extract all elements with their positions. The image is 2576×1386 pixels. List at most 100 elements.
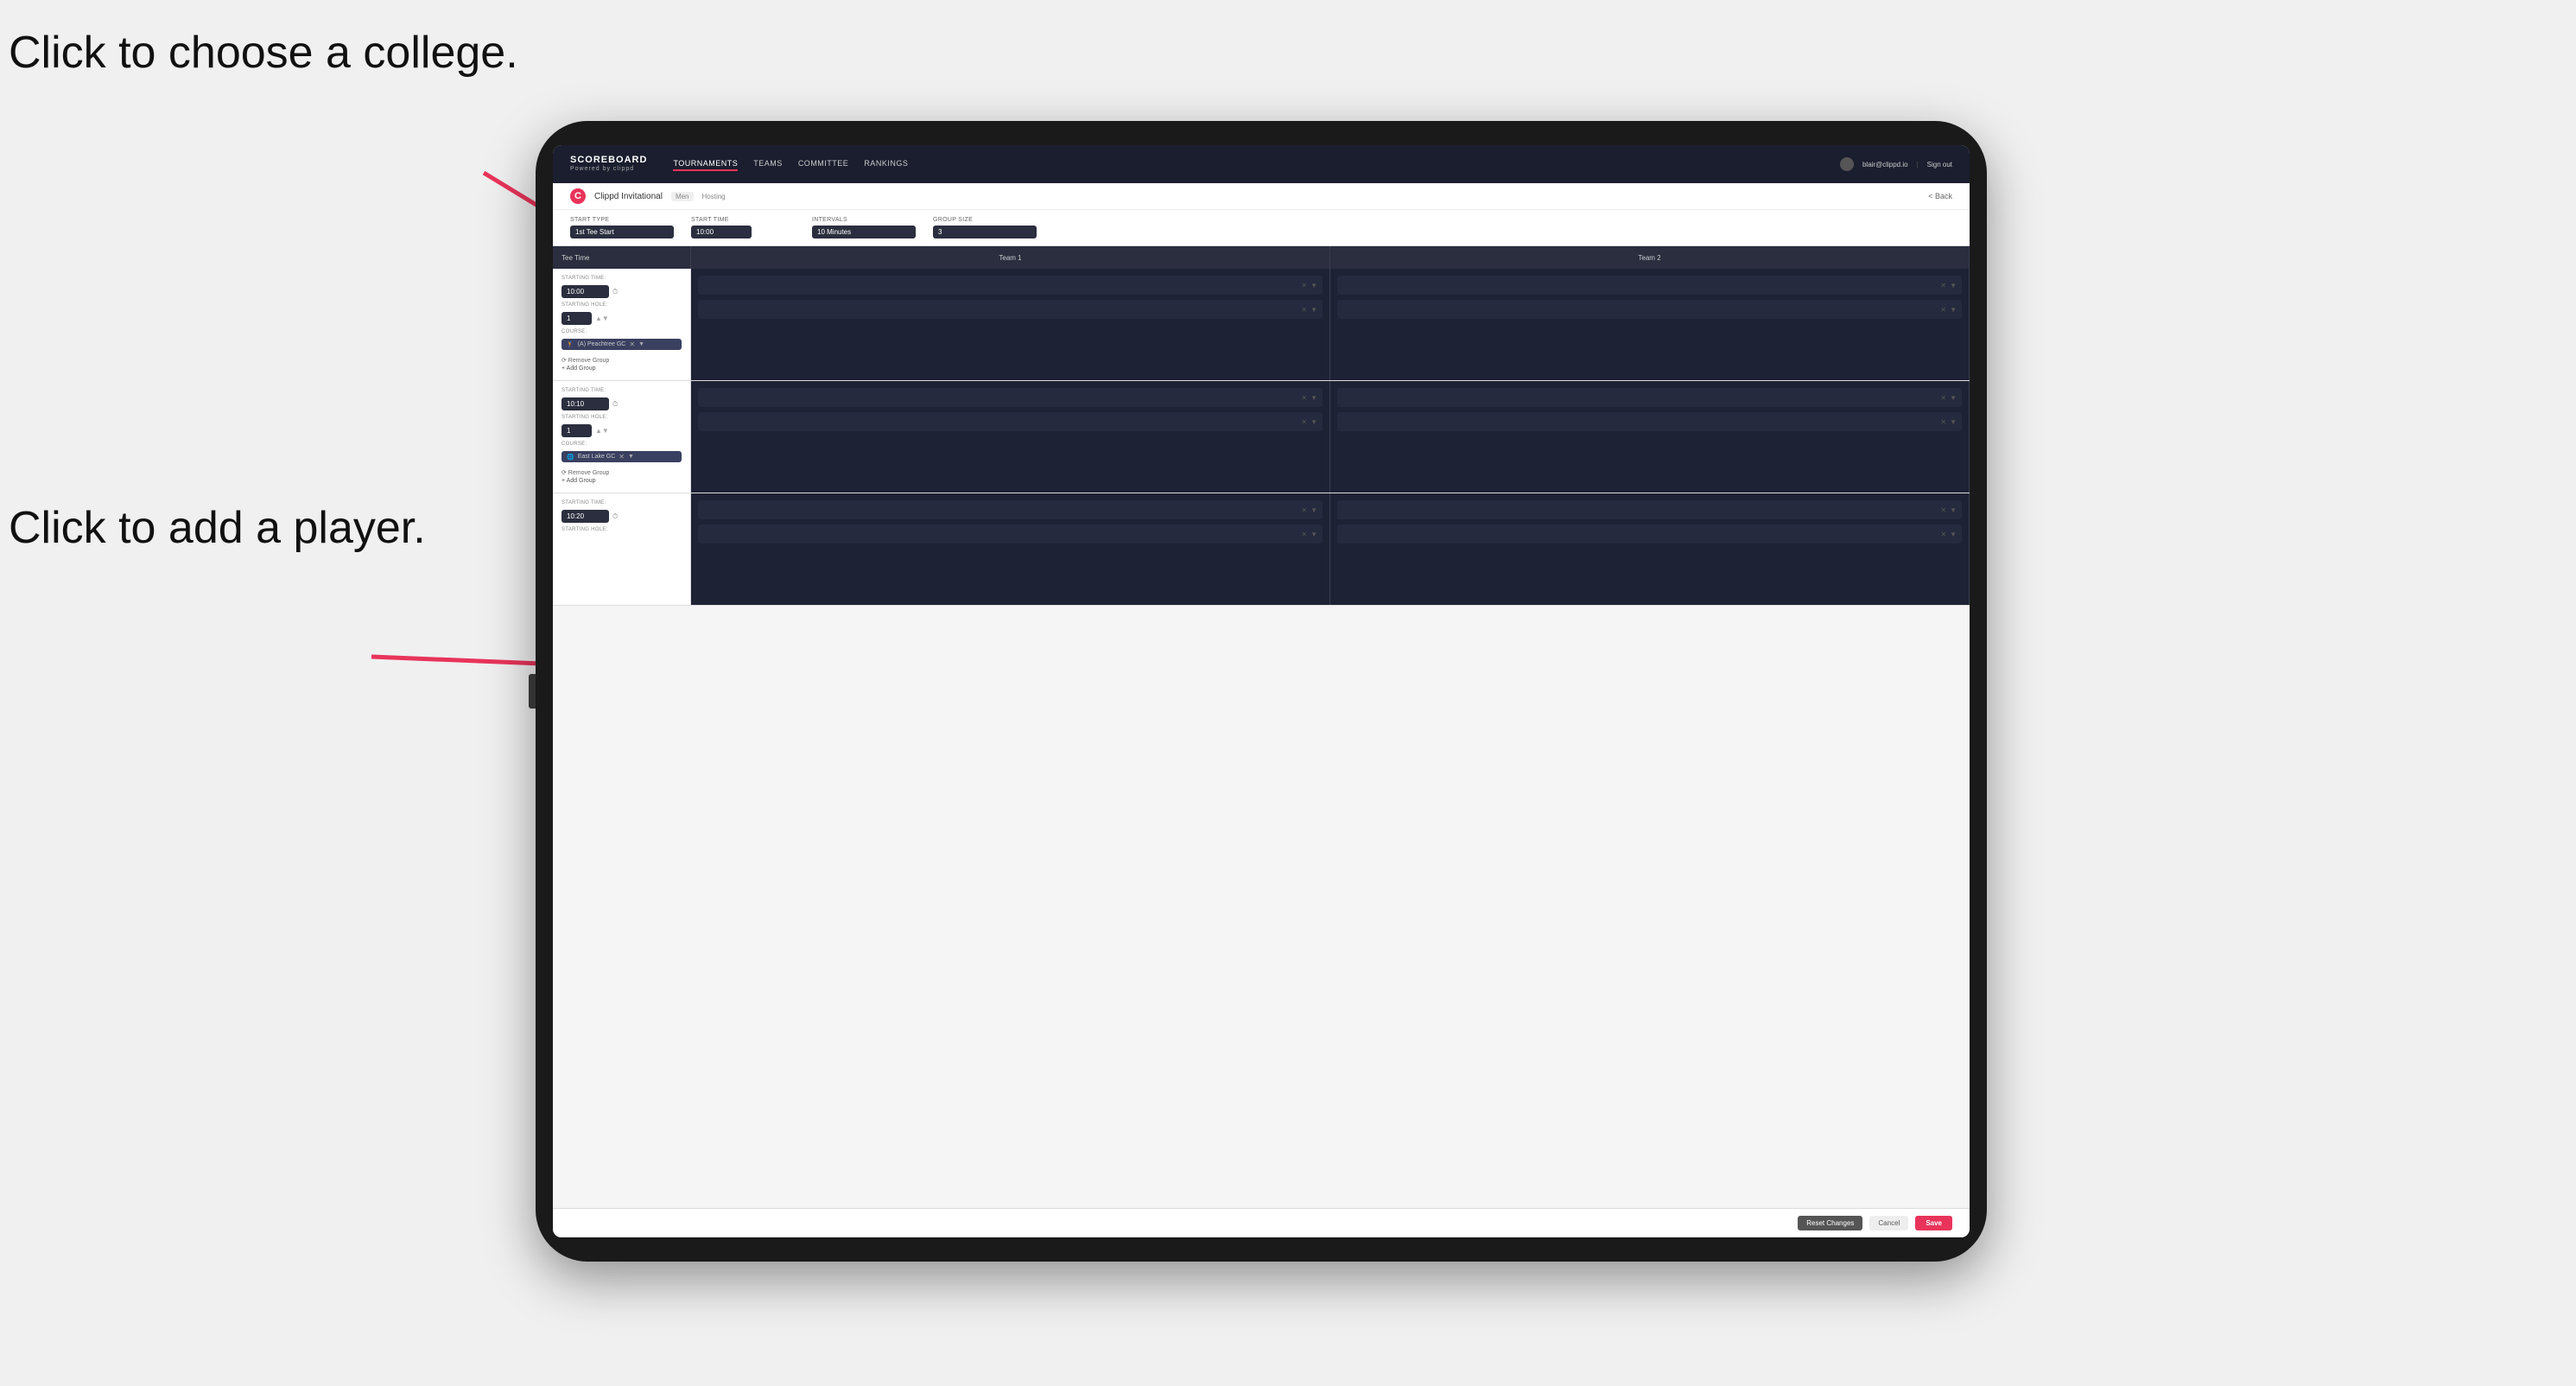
nav-tournaments[interactable]: TOURNAMENTS	[673, 157, 738, 171]
slot-x-icon[interactable]: ✕	[1301, 531, 1307, 538]
form-controls: Start Type 1st Tee Start Start Time Inte…	[553, 210, 1970, 246]
remove-group-btn-1[interactable]: ⟳ Remove Group	[562, 357, 682, 364]
remove-group-btn-2[interactable]: ⟳ Remove Group	[562, 469, 682, 476]
slot-x-icon[interactable]: ✕	[1301, 418, 1307, 426]
starting-hole-input-2[interactable]	[562, 424, 592, 437]
slot-chevron-icon: ▼	[1950, 506, 1957, 514]
slot-x-icon[interactable]: ✕	[1940, 531, 1946, 538]
starting-time-input-2[interactable]	[562, 397, 609, 410]
back-button[interactable]: < Back	[1928, 192, 1952, 200]
slot-chevron-icon: ▼	[1310, 394, 1317, 402]
sub-header: C Clippd Invitational Men Hosting < Back	[553, 183, 1970, 210]
player-slot[interactable]: ✕ ▼	[1337, 276, 1962, 295]
start-type-select[interactable]: 1st Tee Start	[570, 226, 674, 238]
hole-arrows-2: ▲▼	[595, 427, 609, 435]
add-group-btn-1[interactable]: + Add Group	[562, 366, 682, 372]
player-slot[interactable]: ✕ ▼	[1337, 500, 1962, 519]
intervals-label: Intervals	[812, 217, 916, 223]
clippd-logo: C	[570, 188, 586, 204]
start-time-group: Start Time	[691, 217, 795, 238]
nav-teams[interactable]: TEAMS	[753, 157, 783, 171]
group-size-select[interactable]: 3	[933, 226, 1037, 238]
scoreboard-logo: SCOREBOARD Powered by clippd	[570, 155, 647, 174]
player-slot[interactable]: ✕ ▼	[698, 500, 1323, 519]
player-slot[interactable]: ✕ ▼	[698, 300, 1323, 319]
group-size-label: Group Size	[933, 217, 1037, 223]
cancel-button[interactable]: Cancel	[1869, 1216, 1908, 1230]
slot-x-icon[interactable]: ✕	[1301, 394, 1307, 402]
starting-time-row-1: ⏱	[562, 285, 682, 298]
start-time-input[interactable]	[691, 226, 752, 238]
slot-x-icon[interactable]: ✕	[1940, 394, 1946, 402]
team2-cell-3: ✕ ▼ ✕ ▼	[1330, 493, 1970, 605]
starting-hole-input-1[interactable]	[562, 312, 592, 325]
th-team2: Team 2	[1330, 246, 1970, 269]
tee-left-3: STARTING TIME: ⏱ STARTING HOLE:	[553, 493, 691, 605]
player-slot[interactable]: ✕ ▼	[1337, 525, 1962, 544]
starting-time-row-2: ⏱	[562, 397, 682, 410]
slot-x-icon[interactable]: ✕	[1301, 306, 1307, 314]
starting-hole-row-2: ▲▼	[562, 424, 682, 437]
sign-out-link[interactable]: Sign out	[1927, 161, 1952, 168]
slot-x-icon[interactable]: ✕	[1301, 282, 1307, 289]
start-type-group: Start Type 1st Tee Start	[570, 217, 674, 238]
slot-chevron-icon: ▼	[1950, 531, 1957, 538]
reset-changes-button[interactable]: Reset Changes	[1798, 1216, 1862, 1230]
player-slot[interactable]: ✕ ▼	[1337, 388, 1962, 407]
tablet-side-button	[529, 674, 536, 709]
slot-chevron-icon: ▼	[1950, 282, 1957, 289]
slot-x-icon[interactable]: ✕	[1940, 418, 1946, 426]
tablet-frame: SCOREBOARD Powered by clippd TOURNAMENTS…	[536, 121, 1987, 1262]
slot-chevron-icon: ▼	[1310, 282, 1317, 289]
course-tag-2[interactable]: 🌐 East Lake GC ✕ ▼	[562, 451, 682, 462]
course-tag-1[interactable]: 🏌 (A) Peachtree GC ✕ ▼	[562, 339, 682, 350]
slot-chevron-icon: ▼	[1310, 531, 1317, 538]
course-chevron-1: ▼	[638, 341, 644, 347]
starting-time-row-3: ⏱	[562, 510, 682, 523]
annotation-college: Click to choose a college.	[9, 26, 518, 79]
main-content: Start Type 1st Tee Start Start Time Inte…	[553, 210, 1970, 1237]
slot-chevron-icon: ▼	[1950, 306, 1957, 314]
team1-cell-2: ✕ ▼ ✕ ▼	[691, 381, 1330, 493]
annotation-player: Click to add a player.	[9, 501, 426, 555]
add-group-btn-2[interactable]: + Add Group	[562, 478, 682, 484]
nav-rankings[interactable]: RANKINGS	[864, 157, 908, 171]
player-slot[interactable]: ✕ ▼	[1337, 300, 1962, 319]
nav-right: blair@clippd.io | Sign out	[1840, 157, 1952, 171]
course-name-2: East Lake GC	[578, 454, 616, 460]
clock-icon-2: ⏱	[612, 400, 618, 409]
start-time-label: Start Time	[691, 217, 795, 223]
table-row: STARTING TIME: ⏱ STARTING HOLE: ▲▼ COURS…	[553, 381, 1970, 493]
slot-x-icon[interactable]: ✕	[1940, 282, 1946, 289]
slot-chevron-icon: ▼	[1950, 394, 1957, 402]
team1-cell-3: ✕ ▼ ✕ ▼	[691, 493, 1330, 605]
slot-x-icon[interactable]: ✕	[1940, 306, 1946, 314]
gender-badge: Men	[671, 192, 694, 201]
slot-x-icon[interactable]: ✕	[1301, 506, 1307, 514]
player-slot[interactable]: ✕ ▼	[698, 525, 1323, 544]
starting-time-label-1: STARTING TIME:	[562, 276, 682, 281]
course-actions-2: ⟳ Remove Group + Add Group	[562, 469, 682, 484]
starting-time-input-1[interactable]	[562, 285, 609, 298]
course-label-1: COURSE:	[562, 329, 682, 334]
clock-icon-3: ⏱	[612, 512, 618, 521]
player-slot[interactable]: ✕ ▼	[698, 276, 1323, 295]
player-slot[interactable]: ✕ ▼	[1337, 412, 1962, 431]
table-row: STARTING TIME: ⏱ STARTING HOLE: ✕ ▼	[553, 493, 1970, 606]
starting-time-input-3[interactable]	[562, 510, 609, 523]
slot-x-icon[interactable]: ✕	[1940, 506, 1946, 514]
slot-chevron-icon: ▼	[1310, 418, 1317, 426]
course-remove-x-2[interactable]: ✕	[619, 453, 625, 461]
nav-committee[interactable]: COMMITTEE	[798, 157, 849, 171]
player-slot[interactable]: ✕ ▼	[698, 412, 1323, 431]
course-tag-icon-1: 🏌	[567, 341, 574, 348]
hole-arrows-1: ▲▼	[595, 315, 609, 322]
team1-cell-1: ✕ ▼ ✕ ▼	[691, 269, 1330, 380]
course-globe-icon-2: 🌐	[567, 454, 574, 461]
player-slot[interactable]: ✕ ▼	[698, 388, 1323, 407]
starting-hole-label-1: STARTING HOLE:	[562, 302, 682, 308]
course-remove-x-1[interactable]: ✕	[629, 340, 635, 348]
intervals-select[interactable]: 10 Minutes	[812, 226, 916, 238]
hosting-label: Hosting	[702, 193, 726, 200]
save-button[interactable]: Save	[1915, 1216, 1952, 1230]
